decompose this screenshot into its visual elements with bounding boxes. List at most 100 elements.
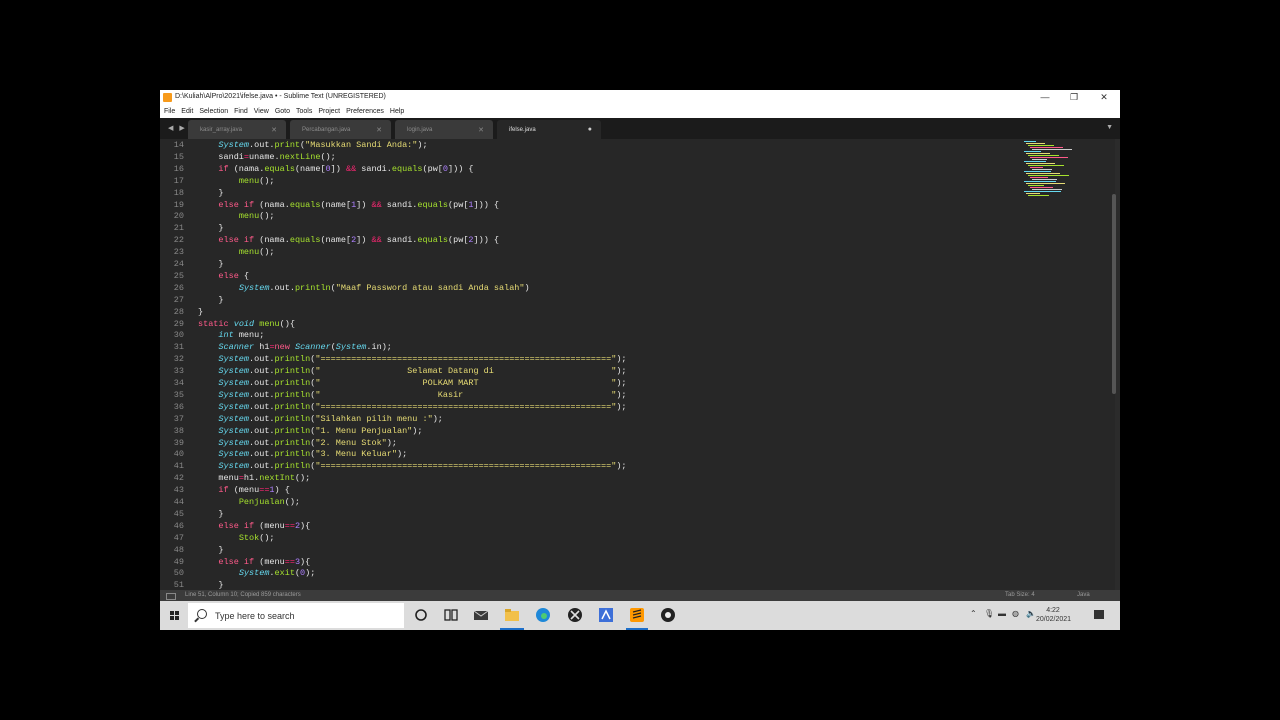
tab-label: Percabangan.java [302, 127, 351, 133]
code-token: System [218, 449, 250, 460]
code-token: if [243, 199, 255, 210]
show-hidden-icons-icon[interactable]: ⌃ [970, 609, 977, 618]
code-line: } [198, 509, 223, 521]
maximize-button[interactable]: ❐ [1059, 91, 1089, 104]
code-token: ){ [300, 556, 311, 567]
menu-preferences[interactable]: Preferences [343, 105, 387, 118]
code-token: else [218, 199, 239, 210]
code-token: System [218, 366, 250, 377]
app-store-icon[interactable] [598, 607, 614, 623]
panel-toggle-icon[interactable] [166, 593, 176, 600]
minimap-line [1026, 193, 1040, 194]
windows-taskbar: Type here to search ⌃ 🎙 ▬ ◍ 🔈 4:22 20/02… [160, 601, 1120, 630]
notification-center-icon[interactable] [1094, 610, 1104, 619]
vertical-scrollbar[interactable] [1112, 194, 1116, 394]
minimap-line [1028, 175, 1069, 176]
network-icon[interactable]: ◍ [1012, 609, 1019, 618]
code-token: println [274, 449, 311, 460]
code-token: ]) [330, 163, 346, 174]
taskbar-search-box[interactable]: Type here to search [188, 603, 404, 628]
menu-view[interactable]: View [251, 105, 272, 118]
menu-help[interactable]: Help [387, 105, 407, 118]
code-token: .out. [249, 425, 275, 436]
close-icon[interactable]: ✕ [271, 126, 277, 134]
code-token: menu [238, 247, 260, 258]
microphone-icon[interactable]: 🎙 [984, 609, 994, 618]
minimap-line [1026, 173, 1060, 174]
code-token: ); [412, 425, 423, 436]
tab-size-indicator[interactable]: Tab Size: 4 [1005, 592, 1035, 598]
task-view-icon[interactable] [443, 607, 459, 623]
code-token: .out. [249, 449, 275, 460]
menu-edit[interactable]: Edit [178, 105, 196, 118]
windows-start-icon[interactable] [170, 611, 180, 621]
code-token: (); [259, 532, 275, 543]
code-token: (); [259, 211, 275, 222]
minimap[interactable] [1024, 141, 1084, 201]
code-line: else if (nama.equals(name[2]) && sandi.e… [198, 235, 499, 247]
code-token: println [294, 282, 331, 293]
file-explorer-icon[interactable] [504, 607, 520, 623]
tab-ifelse[interactable]: ifelse.java ● [497, 120, 601, 139]
code-token: ]) [356, 235, 372, 246]
code-line: menu(); [198, 176, 275, 188]
menu-find[interactable]: Find [231, 105, 251, 118]
volume-icon[interactable]: 🔈 [1026, 609, 1036, 618]
status-bar: Line 51, Column 10; Copied 859 character… [160, 590, 1120, 601]
code-line: Stok(); [198, 533, 275, 545]
active-app-indicator [626, 628, 648, 630]
edge-browser-icon[interactable] [535, 607, 551, 623]
system-clock[interactable]: 4:22 20/02/2021 [1036, 606, 1071, 624]
code-token: .out. [249, 366, 275, 377]
tab-dropdown-icon[interactable]: ▼ [1106, 124, 1113, 131]
code-token: "Maaf Password atau sandi Anda salah" [335, 282, 525, 293]
unsaved-dot-icon[interactable]: ● [588, 126, 592, 133]
code-token: System [218, 401, 250, 412]
menu-selection[interactable]: Selection [196, 105, 231, 118]
code-token: "Masukkan Sandi Anda:" [305, 140, 418, 150]
close-icon[interactable]: ✕ [376, 126, 382, 134]
code-token: equals [391, 163, 423, 174]
battery-icon[interactable]: ▬ [998, 609, 1006, 618]
menu-file[interactable]: File [160, 105, 178, 118]
code-token: (name[ [294, 163, 326, 174]
menu-goto[interactable]: Goto [272, 105, 293, 118]
xbox-icon[interactable] [567, 607, 583, 623]
code-token: System [238, 282, 270, 293]
code-token: menu [198, 473, 239, 484]
tab-kasir-array[interactable]: kasir_array.java ✕ [188, 120, 286, 139]
close-icon[interactable]: ✕ [478, 126, 484, 134]
menu-tools[interactable]: Tools [293, 105, 315, 118]
code-token: ); [432, 413, 443, 424]
code-token: ) [524, 282, 530, 293]
code-token: nextInt [259, 473, 295, 484]
code-token: "=======================================… [315, 461, 617, 472]
code-token: (pw[ [422, 163, 443, 174]
minimap-line [1024, 181, 1056, 182]
minimize-button[interactable]: — [1030, 91, 1060, 104]
code-line: System.out.println(" Selamat Datang di "… [198, 366, 626, 378]
syntax-indicator[interactable]: Java [1077, 592, 1090, 598]
menu-project[interactable]: Project [315, 105, 343, 118]
code-line: System.out.println("====================… [198, 461, 626, 473]
code-line: System.out.println("Silahkan pilih menu … [198, 413, 443, 426]
sublime-text-taskbar-icon[interactable] [629, 607, 645, 623]
minimap-line [1030, 157, 1068, 158]
code-area[interactable]: System.out.print("Masukkan Sandi Anda:")… [160, 139, 1030, 590]
obs-recorder-icon[interactable] [660, 607, 676, 623]
close-button[interactable]: ✕ [1089, 91, 1119, 104]
code-token: sandi. [381, 199, 418, 210]
code-token: .in); [366, 342, 392, 353]
code-line: else if (menu==3){ [198, 557, 310, 569]
code-token: ); [386, 437, 397, 448]
mail-icon[interactable] [473, 607, 489, 623]
code-editor[interactable]: 14 15 16 17 18 19 20 21 22 23 24 25 26 27 28 29 30 31 32 33… [160, 139, 1116, 590]
tab-login[interactable]: login.java ✕ [395, 120, 493, 139]
tab-nav-arrows-icon[interactable]: ◀ ▶ [168, 124, 187, 132]
tab-percabangan[interactable]: Percabangan.java ✕ [290, 120, 391, 139]
code-token: menu [238, 211, 260, 222]
cortana-icon[interactable] [413, 607, 429, 623]
